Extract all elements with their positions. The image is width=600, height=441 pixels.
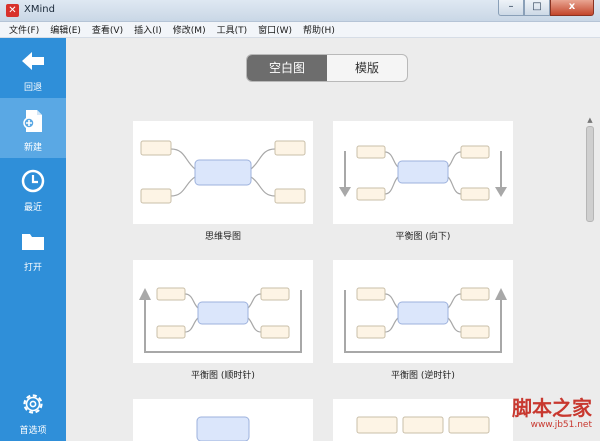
mind-map-preview [140, 140, 306, 204]
sidebar-item-back[interactable]: 回退 [0, 38, 66, 98]
menu-file[interactable]: 文件(F) [4, 23, 45, 36]
menu-bar: 文件(F) 编辑(E) 查看(V) 插入(I) 修改(M) 工具(T) 窗口(W… [0, 22, 600, 38]
window-title: XMind [24, 4, 55, 15]
minimize-button[interactable]: – [498, 0, 524, 16]
menu-insert[interactable]: 插入(I) [129, 23, 168, 36]
watermark-title: 脚本之家 [512, 396, 592, 420]
template-preview-partial [196, 416, 250, 441]
gear-icon [23, 394, 43, 414]
balanced-clockwise-preview [139, 287, 302, 353]
sidebar-item-new[interactable]: 新建 [0, 98, 66, 158]
scroll-thumb[interactable] [586, 126, 594, 222]
watermark: 脚本之家 www.jb51.net [478, 392, 598, 438]
menu-modify[interactable]: 修改(M) [168, 23, 212, 36]
mode-toggle: 空白图 模版 [246, 54, 408, 82]
sidebar-item-label: 新建 [23, 143, 42, 153]
new-file-icon [23, 110, 42, 132]
sidebar-item-preferences[interactable]: 首选项 [0, 381, 66, 441]
title-bar: ✕ XMind – □ x [0, 0, 600, 22]
sidebar: 回退 新建 最近 打开 首选项 [0, 38, 66, 441]
menu-window[interactable]: 窗口(W) [253, 23, 298, 36]
template-caption: 思维导图 [204, 232, 241, 242]
template-caption: 平衡图 (逆时针) [391, 371, 455, 381]
maximize-button[interactable]: □ [524, 0, 550, 16]
balanced-down-preview [339, 145, 507, 201]
menu-view[interactable]: 查看(V) [87, 23, 129, 36]
template-card-balanced-counterclockwise[interactable] [333, 260, 513, 363]
back-arrow-icon [22, 52, 44, 70]
xmind-logo-icon: ✕ [6, 4, 19, 17]
tab-blank-map[interactable]: 空白图 [247, 55, 327, 81]
scroll-up-icon[interactable]: ▲ [586, 116, 594, 124]
sidebar-item-recent[interactable]: 最近 [0, 158, 66, 218]
clock-icon [21, 169, 45, 193]
tab-template[interactable]: 模版 [327, 55, 407, 81]
template-caption: 平衡图 (顺时针) [191, 371, 255, 381]
template-card-balanced-clockwise[interactable] [133, 260, 313, 363]
template-card-balanced-down[interactable] [333, 121, 513, 224]
sidebar-item-label: 首选项 [19, 426, 47, 436]
template-card-partial[interactable] [133, 399, 313, 441]
watermark-url: www.jb51.net [530, 420, 592, 430]
close-button[interactable]: x [550, 0, 594, 16]
folder-icon [22, 234, 44, 250]
template-caption: 平衡图 (向下) [395, 232, 451, 242]
main-panel: 空白图 模版 思维导图 平衡图 (向下) 平衡图 (顺时针) 平衡图 (逆时针)… [66, 38, 600, 441]
menu-tools[interactable]: 工具(T) [212, 23, 254, 36]
menu-edit[interactable]: 编辑(E) [45, 23, 87, 36]
balanced-counterclockwise-preview [344, 287, 507, 353]
menu-help[interactable]: 帮助(H) [298, 23, 341, 36]
window-controls: – □ x [498, 0, 594, 16]
sidebar-item-label: 最近 [23, 203, 42, 213]
sidebar-item-label: 回退 [23, 83, 42, 93]
template-card-mind-map[interactable] [133, 121, 313, 224]
sidebar-item-label: 打开 [23, 263, 42, 273]
sidebar-item-open[interactable]: 打开 [0, 218, 66, 278]
